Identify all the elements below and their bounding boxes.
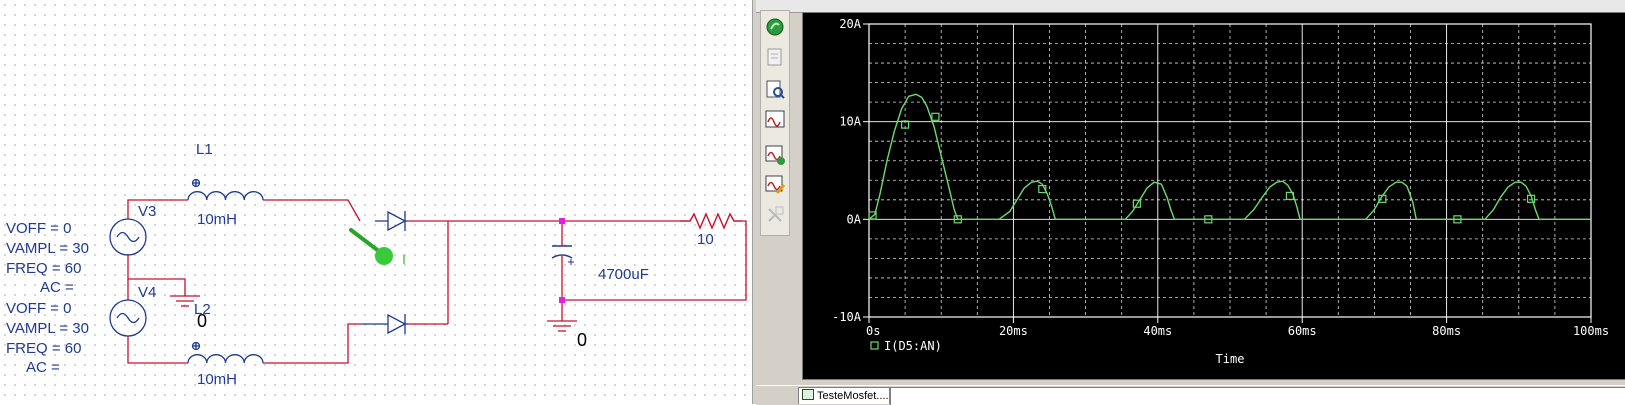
legend-label[interactable]: I(D5:AN) [884,339,942,353]
v3-label: V3 [138,203,156,220]
tab-testemosfet[interactable]: TesteMosfet.... [798,387,890,404]
v3-param-voff: VOFF = 0 [6,220,71,237]
y-tick-label: 20A [839,17,861,31]
add-trace-icon[interactable] [763,107,787,131]
v3-param-ac: AC = [40,279,74,296]
tab-strip-empty [890,387,1625,405]
x-tick-label: 40ms [1143,324,1172,338]
disabled-tool-icon [763,203,787,227]
l1-name: L1 [196,141,213,158]
edit-profile-icon[interactable] [763,173,787,197]
v3-param-freq: FREQ = 60 [6,260,81,277]
plot-svg: 0s 20ms 40ms 60ms 80ms 100ms -10A 0A 10A 20A Time I… [832,17,1609,366]
v4-source[interactable] [109,299,147,337]
capacitor[interactable] [551,245,574,265]
l1-value: 10mH [197,211,237,228]
v4-param-ac: AC = [26,359,60,376]
run-pspice-icon[interactable] [763,143,787,167]
v4-param-freq: FREQ = 60 [6,340,81,357]
tab-label: TesteMosfet.... [817,390,889,402]
v4-label: V4 [138,284,156,301]
y-tick-label: 0A [847,212,862,226]
x-tick-label: 80ms [1432,324,1461,338]
probe-window: 0s 20ms 40ms 60ms 80ms 100ms -10A 0A 10A 20A Time I… [756,0,1625,405]
view-output-icon[interactable] [763,45,787,69]
x-tick-label: 0s [866,324,880,338]
schematic-canvas[interactable]: VOFF = 0 VAMPL = 30 FREQ = 60 AC = VOFF … [0,0,752,404]
diode-bottom[interactable] [362,313,408,335]
ground-label-left: 0 [197,311,207,331]
x-tick-label: 20ms [999,324,1028,338]
inductor-l1[interactable] [187,178,264,201]
resistor[interactable] [680,212,742,230]
capacitor-value: 4700uF [598,266,649,283]
ground-label-right: 0 [577,330,587,350]
document-tab-bar: TesteMosfet.... [756,385,1625,405]
waveform-plot[interactable]: 0s 20ms 40ms 60ms 80ms 100ms -10A 0A 10A 20A Time I… [802,12,1625,380]
v4-param-vampl: VAMPL = 30 [6,320,89,337]
inductor-l2[interactable] [187,341,264,364]
diode-top[interactable] [375,210,408,232]
x-axis-label: Time [1216,352,1245,366]
y-tick-label: -10A [832,310,862,324]
probe-label: I [402,251,406,267]
v4-param-voff: VOFF = 0 [6,300,71,317]
waveform-file-icon [802,389,814,400]
legend-marker[interactable] [870,341,879,350]
v3-param-vampl: VAMPL = 30 [6,240,89,257]
x-tick-label: 100ms [1573,324,1609,338]
trace-marker [931,112,940,121]
y-tick-label: 10A [839,115,861,129]
x-tick-label: 60ms [1288,324,1317,338]
view-sim-results-icon[interactable] [763,77,787,101]
ground-symbol-right [547,320,577,332]
schematic-drawing: VOFF = 0 VAMPL = 30 FREQ = 60 AC = VOFF … [6,141,747,388]
v3-source[interactable] [109,218,147,256]
resistor-value: 10 [697,231,714,248]
l2-value: 10mH [197,371,237,388]
current-probe-marker[interactable] [349,228,393,265]
probe-toolbar [760,10,790,236]
run-sim-icon[interactable] [763,15,787,39]
